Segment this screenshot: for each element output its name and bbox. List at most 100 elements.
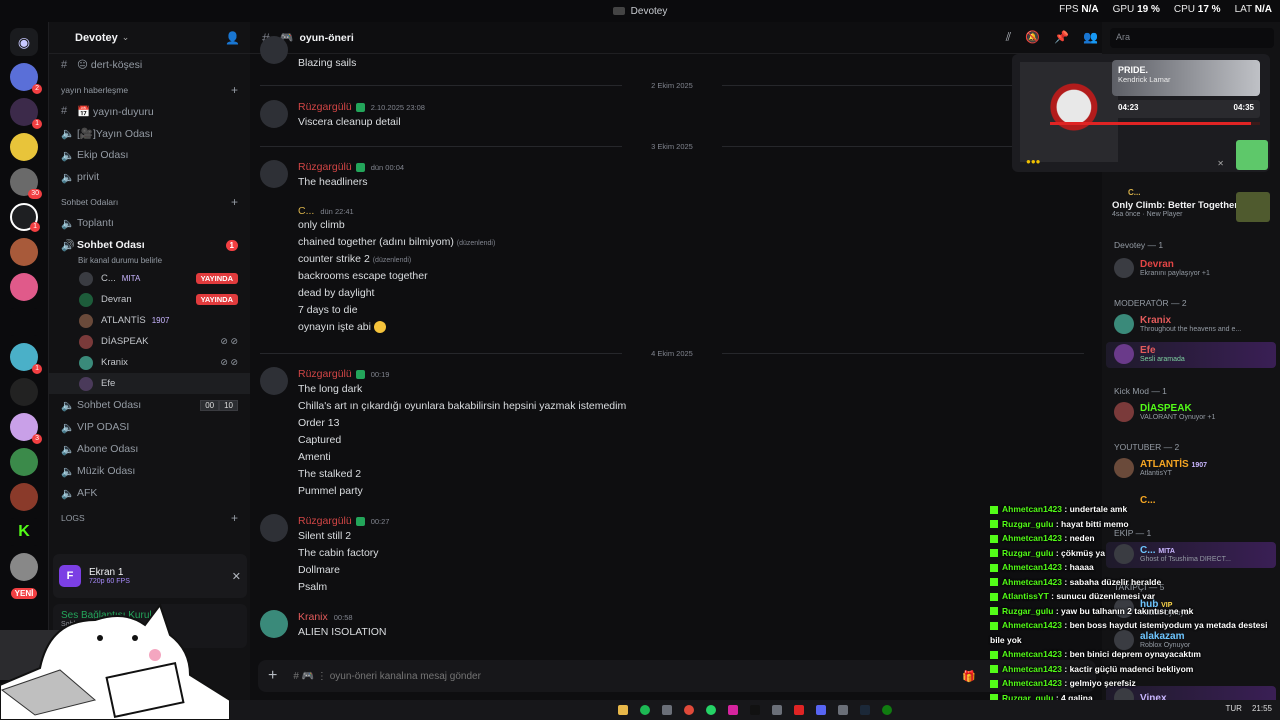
server-icon[interactable]: 1	[10, 343, 42, 374]
category-label: Sohbet Odaları	[61, 197, 119, 207]
server-icon-active[interactable]: 1	[10, 203, 40, 232]
channel-vip-odasi[interactable]: 🔈 VIP ODASI	[49, 416, 250, 438]
add-user-icon[interactable]: 👤	[225, 31, 240, 45]
server-icon[interactable]	[10, 273, 38, 301]
track-progress[interactable]	[1050, 122, 1260, 125]
message-author[interactable]: Rüzgargülü	[298, 161, 352, 173]
channel-muzik-odasi[interactable]: 🔈 Müzik Odası	[49, 460, 250, 482]
message-author[interactable]: Rüzgargülü	[298, 515, 352, 527]
chrome-icon[interactable]	[684, 705, 694, 715]
channel-status[interactable]: Bir kanal durumu belirle	[49, 256, 250, 268]
search-input[interactable]: Ara	[1110, 28, 1274, 48]
kick-chat-separator: :	[1053, 547, 1062, 558]
spotify-icon[interactable]	[640, 705, 650, 715]
channel-afk[interactable]: 🔈 AFK	[49, 482, 250, 504]
clock[interactable]: 21:55	[1252, 704, 1272, 713]
avatar[interactable]	[260, 100, 288, 128]
message-input[interactable]	[293, 670, 894, 682]
voice-user[interactable]: DİASPEAK ⊘ ⊘	[49, 331, 250, 352]
guild-header[interactable]: Devotey ⌄ 👤	[49, 22, 250, 54]
message-author[interactable]: C...	[298, 205, 314, 217]
kick-icon	[990, 505, 998, 514]
language-indicator[interactable]: TUR	[1226, 704, 1242, 713]
xbox-icon[interactable]	[882, 705, 892, 715]
channel-yayin-duyuru[interactable]: # 📅 yayın-duyuru	[49, 100, 250, 122]
message-author[interactable]: Rüzgargülü	[298, 368, 352, 380]
add-channel-icon[interactable]: +	[231, 195, 238, 209]
voice-user[interactable]: Devran YAYINDA	[49, 289, 250, 310]
category-logs[interactable]: LOGS +	[49, 508, 250, 528]
add-channel-icon[interactable]: +	[231, 83, 238, 97]
live-badge[interactable]: YAYINDA	[195, 273, 238, 284]
live-badge[interactable]: YAYINDA	[195, 294, 238, 305]
close-icon[interactable]: ✕	[1217, 159, 1224, 168]
members-icon[interactable]: 👥	[1083, 30, 1098, 45]
muted-icon: ⊘ ⊘	[220, 336, 238, 346]
channel-sohbet-odasi-2[interactable]: 🔈 Sohbet Odası 00 10	[49, 394, 250, 416]
steam-icon[interactable]	[860, 705, 870, 715]
app-icon[interactable]	[662, 705, 672, 715]
channel-ekip-odasi[interactable]: 🔈 Ekip Odası	[49, 144, 250, 166]
server-icon[interactable]: 2	[10, 63, 42, 94]
member-item[interactable]: ATLANTİS 1907 AtlantisYT	[1114, 458, 1207, 478]
kick-icon	[990, 563, 998, 572]
gift-icon[interactable]: 🎁	[962, 670, 976, 683]
pin-icon[interactable]: 📌	[1054, 30, 1069, 45]
discord-home-icon[interactable]: ◉	[10, 28, 38, 56]
avatar[interactable]	[260, 160, 288, 188]
server-icon[interactable]	[10, 553, 38, 581]
add-channel-icon[interactable]: +	[231, 511, 238, 525]
channel-abone-odasi[interactable]: 🔈 Abone Odası	[49, 438, 250, 460]
channel-toplanti[interactable]: 🔈 Toplantı	[49, 212, 250, 234]
tiktok-icon[interactable]	[750, 705, 760, 715]
avatar[interactable]	[260, 514, 288, 542]
folder-icon[interactable]	[618, 705, 628, 715]
instagram-icon[interactable]	[728, 705, 738, 715]
message-author[interactable]: Kranix	[298, 611, 328, 623]
voice-user[interactable]: C... MITA YAYINDA	[49, 268, 250, 289]
channel-sohbet-odasi[interactable]: 🔊 Sohbet Odası 1	[49, 234, 250, 256]
server-icon[interactable]: 1	[10, 98, 42, 129]
channel-privit[interactable]: 🔈 privit	[49, 166, 250, 188]
stream-activity-card[interactable]: C... Only Climb: Better Together 4sa önc…	[1112, 186, 1272, 226]
voice-user-name: Devran	[101, 294, 132, 305]
discord-icon[interactable]	[816, 705, 826, 715]
channel-dert-kosesi[interactable]: # 😐 dert-köşesi	[49, 54, 250, 76]
server-icon[interactable]	[10, 483, 38, 511]
voice-user-name: ATLANTİS	[101, 315, 146, 326]
member-item[interactable]: Kranix Throughout the heavens and e...	[1114, 314, 1241, 334]
voice-user[interactable]: Efe	[49, 373, 250, 394]
member-item[interactable]: DİASPEAK VALORANT Oynuyor +1	[1114, 402, 1215, 422]
mute-icon[interactable]: 🔕	[1025, 30, 1040, 45]
server-icon[interactable]: 3	[10, 413, 42, 444]
whatsapp-icon[interactable]	[706, 705, 716, 715]
close-icon[interactable]: ✕	[232, 570, 241, 583]
kick-server-icon[interactable]: K	[10, 518, 38, 546]
channel-yayin-odasi[interactable]: 🔈 [🎥]Yayın Odası	[49, 122, 250, 144]
avatar[interactable]	[260, 610, 288, 638]
voice-user[interactable]: ATLANTİS 1907	[49, 310, 250, 331]
server-icon[interactable]: 30	[10, 168, 42, 199]
kick-chat-message: undertale amk	[1069, 504, 1128, 514]
server-icon[interactable]	[10, 238, 38, 266]
member-item[interactable]: Efe Sesli aramada	[1114, 344, 1185, 364]
server-icon[interactable]	[10, 378, 38, 406]
avatar	[1114, 344, 1134, 364]
add-attachment-icon[interactable]: +	[268, 667, 277, 685]
server-icon[interactable]	[10, 308, 38, 336]
category-sohbet[interactable]: Sohbet Odaları +	[49, 192, 250, 212]
server-badge: 3	[32, 434, 42, 444]
member-item[interactable]: Devran Ekranını paylaşıyor +1	[1114, 258, 1210, 278]
app-icon[interactable]	[772, 705, 782, 715]
server-icon[interactable]	[10, 448, 38, 476]
server-icon[interactable]	[10, 133, 38, 161]
app-icon[interactable]	[838, 705, 848, 715]
message-author[interactable]: Rüzgargülü	[298, 101, 352, 113]
threads-icon[interactable]: ⫽	[1006, 30, 1011, 45]
avatar[interactable]	[260, 367, 288, 395]
category-yayin[interactable]: yayın haberleşme +	[49, 80, 250, 100]
voice-user[interactable]: Kranix ⊘ ⊘	[49, 352, 250, 373]
activity-title: Ekran 1	[89, 567, 124, 578]
message-text: counter strike 2	[298, 253, 370, 265]
app-icon[interactable]	[794, 705, 804, 715]
